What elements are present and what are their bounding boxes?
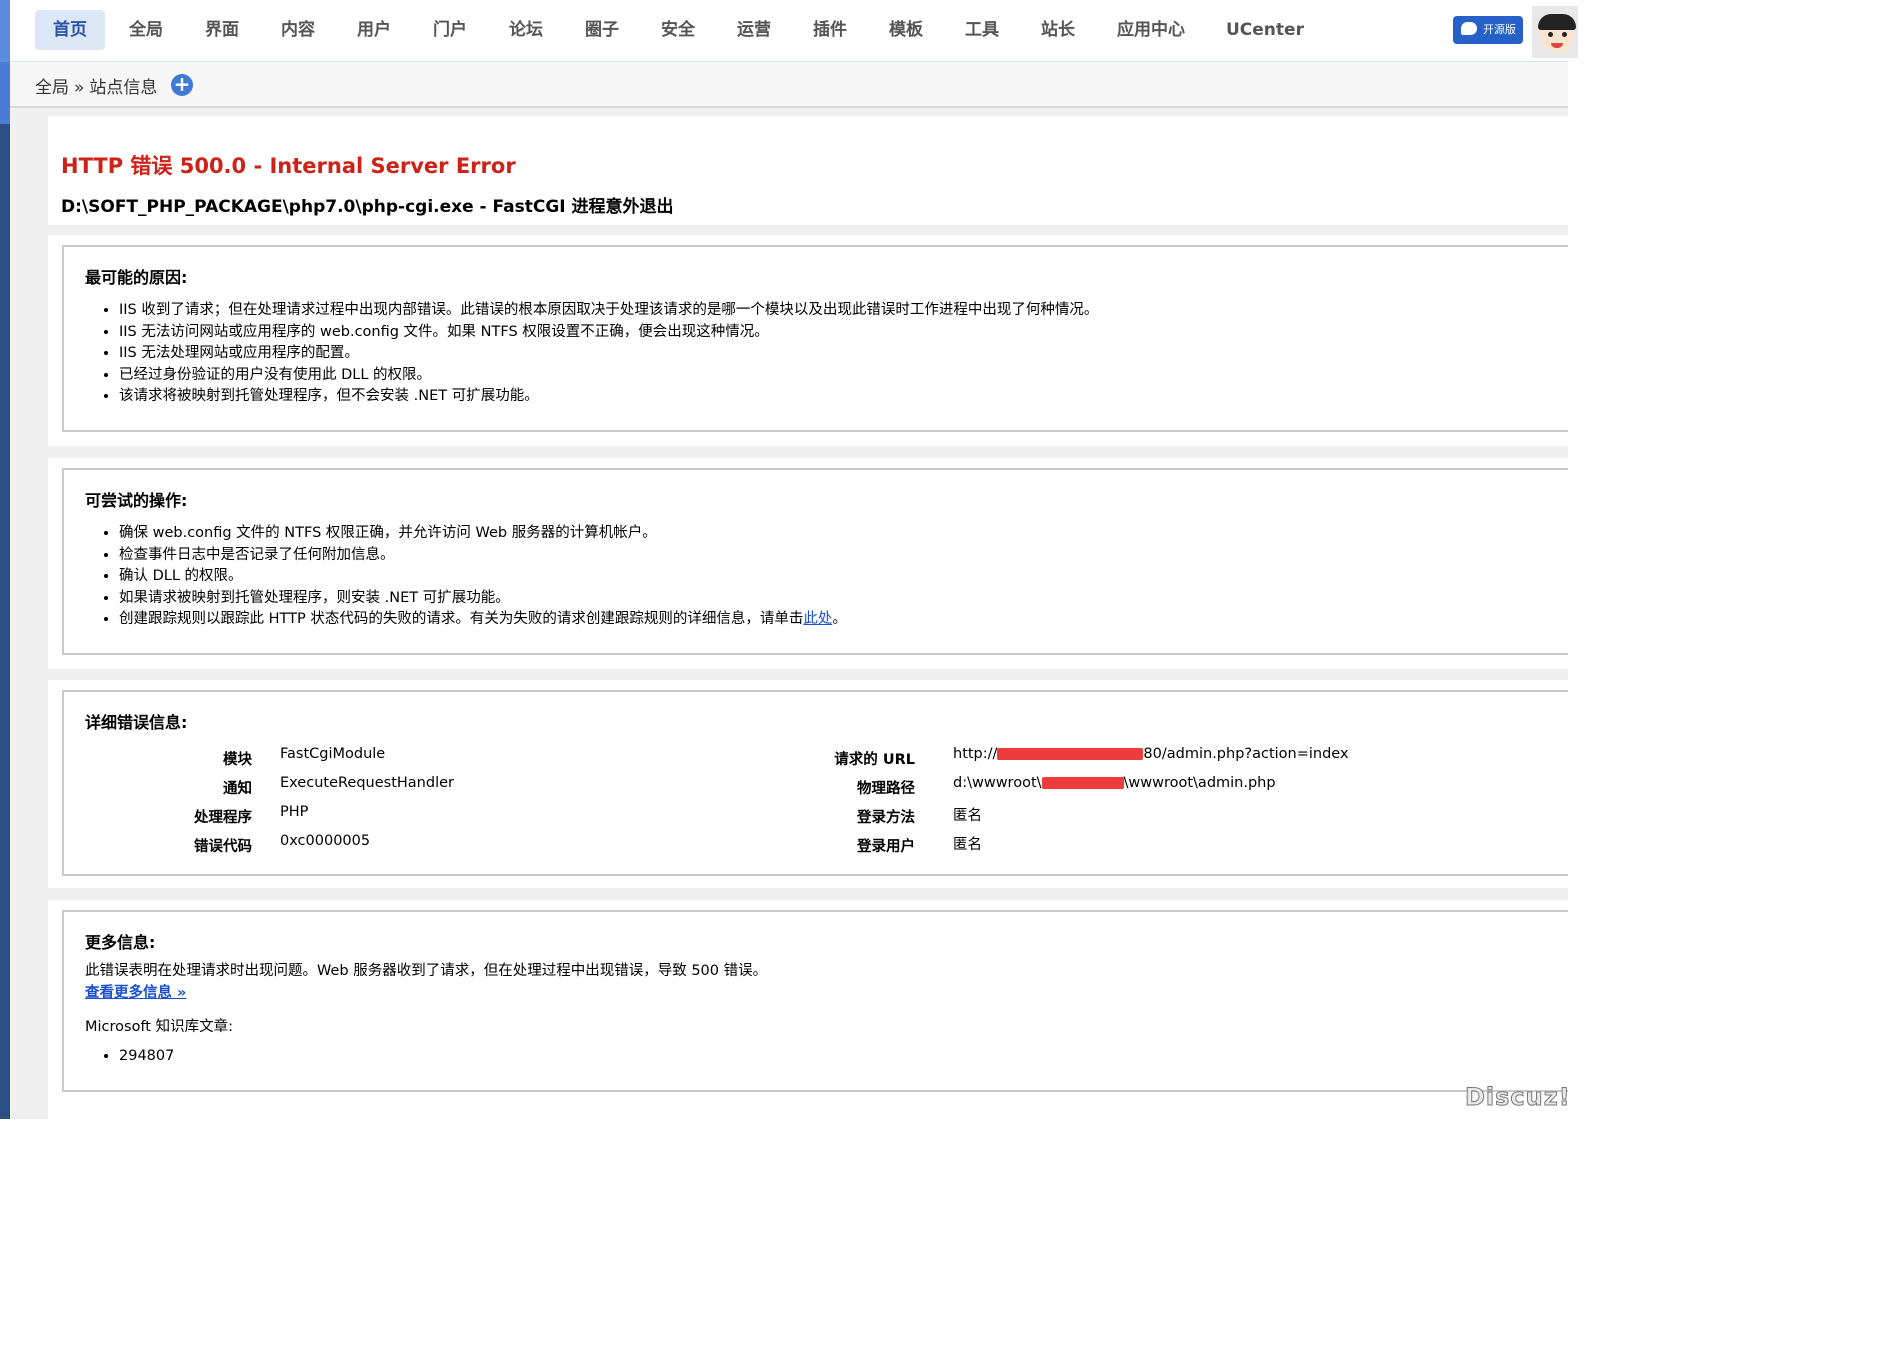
causes-heading: 最可能的原因: xyxy=(85,268,188,287)
detail-label: 模块 xyxy=(223,752,252,768)
more-info-link[interactable]: 查看更多信息 » xyxy=(85,985,186,1001)
breadcrumb: 全局» 站点信息 xyxy=(35,73,157,98)
nav-item[interactable]: UCenter xyxy=(1208,10,1322,50)
detail-label: 请求的 URL xyxy=(834,752,915,768)
sidebar-top-block xyxy=(0,0,10,62)
action-item: 检查事件日志中是否记录了任何附加信息。 xyxy=(119,545,847,567)
error-title: HTTP 错误 500.0 - Internal Server Error xyxy=(61,154,516,178)
detail-label: 通知 xyxy=(223,781,252,797)
breadcrumb-root[interactable]: 全局 xyxy=(35,78,69,98)
actions-list: 确保 web.config 文件的 NTFS 权限正确，并允许访问 Web 服务… xyxy=(101,523,847,631)
detail-label: 物理路径 xyxy=(857,781,915,797)
nav-item[interactable]: 插件 xyxy=(795,10,865,50)
details-section: 详细错误信息: 模块 FastCgiModule 通知 ExecuteRequestH… xyxy=(48,680,1568,888)
breadcrumb-bar: 全局» 站点信息 + xyxy=(10,62,1568,108)
avatar-hair xyxy=(1538,14,1576,30)
cause-item: IIS 无法处理网站或应用程序的配置。 xyxy=(119,343,1098,365)
detail-value: 0xc0000005 xyxy=(280,833,371,849)
sidebar-mid-block xyxy=(0,62,10,124)
cause-item: IIS 无法访问网站或应用程序的 web.config 文件。如果 NTFS 权… xyxy=(119,322,1098,344)
main-content: HTTP 错误 500.0 - Internal Server Error D:… xyxy=(10,108,1568,1119)
detail-value: d:\wwwroot\ \wwwroot\admin.php xyxy=(953,775,1276,791)
nav-item[interactable]: 用户 xyxy=(339,10,409,50)
more-info-link-row: 查看更多信息 » xyxy=(85,981,186,1002)
action-item: 如果请求被映射到托管处理程序，则安装 .NET 可扩展功能。 xyxy=(119,588,847,610)
action-item: 确认 DLL 的权限。 xyxy=(119,566,847,588)
detail-value-prefix: 匿名 xyxy=(953,837,982,853)
action-item-end: 。 xyxy=(832,611,847,628)
more-info-section: 更多信息: 此错误表明在处理请求时出现问题。Web 服务器收到了请求，但在处理过… xyxy=(48,900,1568,1119)
action-item: 确保 web.config 文件的 NTFS 权限正确，并允许访问 Web 服务… xyxy=(119,523,847,545)
causes-panel: 最可能的原因: IIS 收到了请求；但在处理请求过程中出现内部错误。此错误的根本… xyxy=(62,245,1568,432)
detail-value-prefix: d:\wwwroot\ xyxy=(953,775,1042,791)
nav-item[interactable]: 站长 xyxy=(1023,10,1093,50)
detail-label: 登录用户 xyxy=(857,839,915,855)
causes-section: 最可能的原因: IIS 收到了请求；但在处理请求过程中出现内部错误。此错误的根本… xyxy=(48,235,1568,446)
kb-label: Microsoft 知识库文章: xyxy=(85,1019,233,1035)
chat-bubble-icon xyxy=(1461,22,1477,35)
nav-item[interactable]: 门户 xyxy=(415,10,485,50)
details-panel: 详细错误信息: 模块 FastCgiModule 通知 ExecuteRequestH… xyxy=(62,690,1568,876)
causes-list: IIS 收到了请求；但在处理请求过程中出现内部错误。此错误的根本原因取决于处理该… xyxy=(101,300,1098,408)
detail-label: 处理程序 xyxy=(194,810,252,826)
nav-item[interactable]: 界面 xyxy=(187,10,257,50)
actions-section: 可尝试的操作: 确保 web.config 文件的 NTFS 权限正确，并允许访… xyxy=(48,458,1568,669)
cause-item: 该请求将被映射到托管处理程序，但不会安装 .NET 可扩展功能。 xyxy=(119,386,1098,408)
detail-label: 错误代码 xyxy=(194,839,252,855)
detail-value: PHP xyxy=(280,804,309,820)
nav-item[interactable]: 应用中心 xyxy=(1099,10,1203,50)
more-info-panel: 更多信息: 此错误表明在处理请求时出现问题。Web 服务器收到了请求，但在处理过… xyxy=(62,910,1568,1092)
add-shortcut-icon[interactable]: + xyxy=(171,74,193,96)
avatar[interactable] xyxy=(1532,6,1578,58)
nav-item[interactable]: 首页 xyxy=(35,10,105,50)
actions-heading: 可尝试的操作: xyxy=(85,491,188,510)
detail-value: 匿名 xyxy=(953,804,982,825)
nav-item[interactable]: 圈子 xyxy=(567,10,637,50)
avatar-eye xyxy=(1562,32,1567,37)
redaction-mark xyxy=(997,748,1144,760)
avatar-eye xyxy=(1548,32,1553,37)
action-item: 创建跟踪规则以跟踪此 HTTP 状态代码的失败的请求。有关为失败的请求创建跟踪规… xyxy=(119,609,847,631)
nav-item[interactable]: 运营 xyxy=(719,10,789,50)
top-navigation: 首页 全局 界面 内容 用户 门户 论坛 圈子 安全 运营 插件 模板 工具 站长 应用中心 UCenter … xyxy=(10,0,1578,62)
open-source-badge-label: 开源版 xyxy=(1483,23,1516,36)
breadcrumb-current: 站点信息 xyxy=(89,78,158,98)
trace-rule-link[interactable]: 此处 xyxy=(803,611,832,627)
action-item-text: 创建跟踪规则以跟踪此 HTTP 状态代码的失败的请求。有关为失败的请求创建跟踪规… xyxy=(119,611,804,628)
redaction-mark xyxy=(1041,777,1124,789)
discuz-watermark: Discuz! xyxy=(1465,1083,1571,1112)
nav-item[interactable]: 内容 xyxy=(263,10,333,50)
nav-item[interactable]: 安全 xyxy=(643,10,713,50)
left-sidebar-strip xyxy=(0,0,10,1119)
detail-value-suffix: 80/admin.php?action=index xyxy=(1143,746,1349,762)
nav-item[interactable]: 工具 xyxy=(947,10,1017,50)
detail-value: ExecuteRequestHandler xyxy=(280,775,454,791)
error-subtitle: D:\SOFT_PHP_PACKAGE\php7.0\php-cgi.exe -… xyxy=(61,197,674,217)
cause-item: 已经过身份验证的用户没有使用此 DLL 的权限。 xyxy=(119,365,1098,387)
actions-panel: 可尝试的操作: 确保 web.config 文件的 NTFS 权限正确，并允许访… xyxy=(62,468,1568,655)
nav-item[interactable]: 全局 xyxy=(111,10,181,50)
kb-item: 294807 xyxy=(119,1046,174,1068)
detail-value: http:// 80/admin.php?action=index xyxy=(953,746,1349,762)
more-info-heading: 更多信息: xyxy=(85,933,156,952)
detail-value: FastCgiModule xyxy=(280,746,386,762)
breadcrumb-separator: » xyxy=(74,78,85,98)
detail-value-suffix: \wwwroot\admin.php xyxy=(1123,775,1276,791)
detail-value: 匿名 xyxy=(953,833,982,854)
open-source-badge[interactable]: 开源版 xyxy=(1453,16,1523,44)
details-heading: 详细错误信息: xyxy=(85,713,188,732)
kb-list: 294807 xyxy=(101,1046,174,1068)
cause-item: IIS 收到了请求；但在处理请求过程中出现内部错误。此错误的根本原因取决于处理该… xyxy=(119,300,1098,322)
detail-label: 登录方法 xyxy=(857,810,915,826)
more-info-text: 此错误表明在处理请求时出现问题。Web 服务器收到了请求，但在处理过程中出现错误… xyxy=(85,963,768,979)
error-header: HTTP 错误 500.0 - Internal Server Error D:… xyxy=(48,116,1568,225)
detail-value-prefix: http:// xyxy=(953,746,998,762)
detail-value-prefix: 匿名 xyxy=(953,808,982,824)
nav-item[interactable]: 模板 xyxy=(871,10,941,50)
nav-item[interactable]: 论坛 xyxy=(491,10,561,50)
